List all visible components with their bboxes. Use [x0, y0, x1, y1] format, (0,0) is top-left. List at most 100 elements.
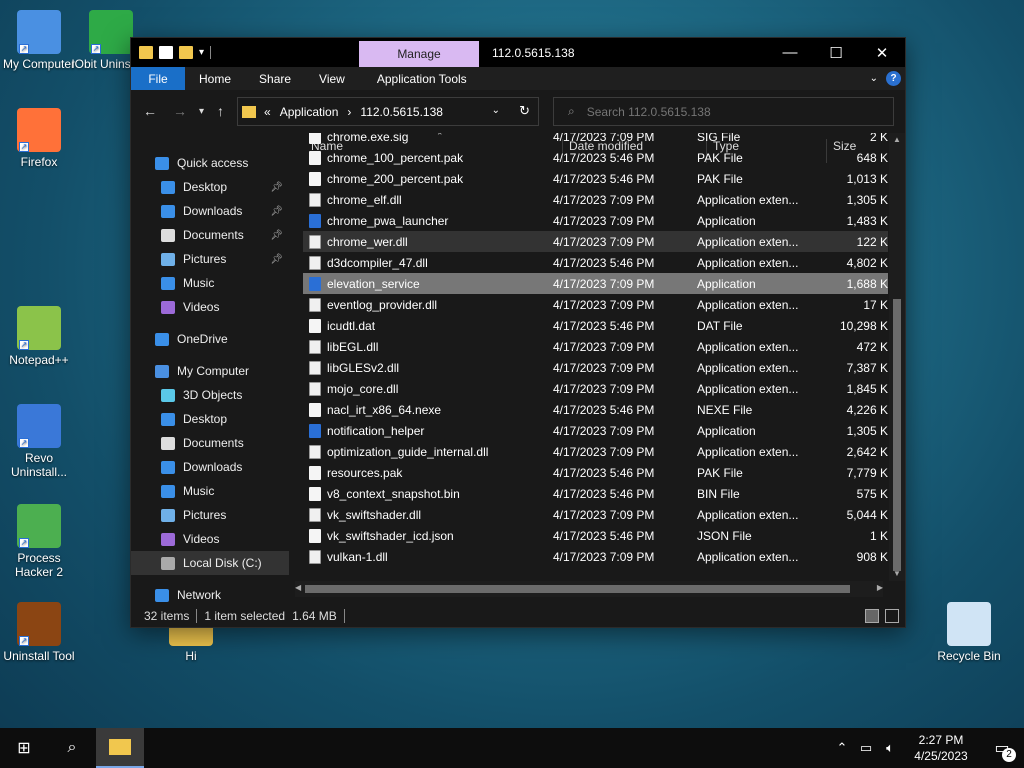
file-row[interactable]: eventlog_provider.dll 4/17/2023 7:09 PM Ap… [303, 294, 888, 315]
scrollbar-thumb[interactable] [305, 585, 850, 593]
file-row[interactable]: vk_swiftshader_icd.json 4/17/2023 5:46 PM… [303, 525, 888, 546]
file-row[interactable]: libGLESv2.dll 4/17/2023 7:09 PM Applicatio… [303, 357, 888, 378]
nav-item[interactable]: 3D Objects [131, 383, 289, 407]
scroll-down-icon[interactable]: ▼ [893, 569, 901, 578]
tab-file[interactable]: File [131, 67, 185, 90]
file-row[interactable]: chrome_200_percent.pak 4/17/2023 5:46 PM P… [303, 168, 888, 189]
pin-icon[interactable]: 📌︎ [270, 206, 283, 217]
file-row[interactable]: icudtl.dat 4/17/2023 5:46 PM DAT File 10,29… [303, 315, 888, 336]
pin-icon[interactable]: 📌︎ [270, 182, 283, 193]
start-button[interactable]: ⊞ [0, 728, 48, 768]
file-row[interactable]: nacl_irt_x86_64.nexe 4/17/2023 5:46 PM NEX… [303, 399, 888, 420]
nav-item[interactable]: OneDrive [131, 327, 289, 351]
file-row[interactable]: mojo_core.dll 4/17/2023 7:09 PM Applicatio… [303, 378, 888, 399]
nav-item[interactable]: My Computer [131, 359, 289, 383]
desktop-icon[interactable]: ↗ Uninstall Tool [0, 602, 81, 663]
action-center-button[interactable]: ▭ 2 [980, 738, 1024, 762]
file-row[interactable]: chrome.exe.sig 4/17/2023 7:09 PM SIG File 2… [303, 133, 888, 147]
file-date: 4/17/2023 7:09 PM [553, 361, 655, 375]
breadcrumb-overflow[interactable]: « [264, 105, 271, 119]
tab-home[interactable]: Home [185, 67, 245, 90]
forward-button[interactable]: → [173, 103, 187, 119]
title-bar[interactable]: ▾ Manage 112.0.5615.138 — ☐ ✕ [131, 38, 905, 67]
nav-item-label: Music [183, 276, 215, 290]
breadcrumb-application[interactable]: Application [280, 105, 339, 119]
desktop-icon[interactable]: Recycle Bin [927, 602, 1011, 663]
tab-application-tools[interactable]: Application Tools [363, 67, 481, 90]
tab-share[interactable]: Share [245, 67, 305, 90]
properties-icon[interactable] [159, 46, 173, 59]
new-folder-icon[interactable] [179, 46, 193, 59]
vertical-scrollbar[interactable]: ▲ ▼ [889, 133, 905, 581]
nav-item[interactable]: Downloads [131, 455, 289, 479]
nav-item[interactable]: Videos [131, 527, 289, 551]
details-view-button[interactable] [865, 609, 879, 623]
close-button[interactable]: ✕ [859, 38, 905, 67]
nav-item[interactable]: Quick access [131, 151, 289, 175]
search-input[interactable] [586, 104, 877, 119]
large-icons-view-button[interactable] [885, 609, 899, 623]
volume-icon[interactable]: 🔈︎ [878, 740, 902, 756]
nav-item[interactable]: Music [131, 479, 289, 503]
nav-item[interactable]: Desktop 📌︎ [131, 175, 289, 199]
customize-toolbar-icon[interactable]: ▾ [199, 47, 204, 58]
chevron-up-icon[interactable]: ⌃ [830, 740, 854, 756]
breadcrumb-separator[interactable]: › [347, 105, 351, 119]
address-bar[interactable]: « Application › 112.0.5615.138 ⌄ ↻ [237, 97, 539, 126]
desktop-icon[interactable]: ↗ Process Hacker 2 [0, 504, 81, 579]
file-row[interactable]: notification_helper 4/17/2023 7:09 PM Appl… [303, 420, 888, 441]
file-row[interactable]: d3dcompiler_47.dll 4/17/2023 5:46 PM Appli… [303, 252, 888, 273]
file-row[interactable]: libEGL.dll 4/17/2023 7:09 PM Application e… [303, 336, 888, 357]
nav-item[interactable]: Music [131, 271, 289, 295]
back-button[interactable]: ← [143, 103, 157, 119]
file-row[interactable]: vulkan-1.dll 4/17/2023 7:09 PM Application… [303, 546, 888, 567]
desktop-icon[interactable]: ↗ Notepad++ [0, 306, 81, 367]
nav-item[interactable]: Local Disk (C:) [131, 551, 289, 575]
pin-icon[interactable]: 📌︎ [270, 254, 283, 265]
help-icon[interactable]: ? [886, 71, 901, 86]
file-row[interactable]: chrome_wer.dll 4/17/2023 7:09 PM Applicati… [303, 231, 888, 252]
nav-item[interactable]: Pictures 📌︎ [131, 247, 289, 271]
file-row[interactable]: chrome_100_percent.pak 4/17/2023 5:46 PM P… [303, 147, 888, 168]
search-button[interactable]: ⌕ [48, 728, 96, 768]
scroll-left-icon[interactable]: ◀ [295, 583, 301, 592]
tab-view[interactable]: View [305, 67, 359, 90]
desktop-icon[interactable]: ↗ Firefox [0, 108, 81, 169]
nav-item[interactable]: Pictures [131, 503, 289, 527]
nav-item[interactable]: Desktop [131, 407, 289, 431]
nav-item[interactable]: Documents [131, 431, 289, 455]
scrollbar-thumb[interactable] [893, 299, 901, 571]
maximize-button[interactable]: ☐ [813, 38, 859, 67]
nav-item[interactable]: Downloads 📌︎ [131, 199, 289, 223]
search-icon: ⌕ [67, 739, 77, 756]
network-icon[interactable]: ▭ [854, 740, 878, 756]
file-row[interactable]: optimization_guide_internal.dll 4/17/2023… [303, 441, 888, 462]
scroll-up-icon[interactable]: ▲ [893, 135, 901, 144]
scroll-right-icon[interactable]: ▶ [877, 583, 883, 592]
file-row[interactable]: chrome_elf.dll 4/17/2023 7:09 PM Applicati… [303, 189, 888, 210]
file-row[interactable]: resources.pak 4/17/2023 5:46 PM PAK File 7,… [303, 462, 888, 483]
desktop-icon[interactable]: ↗ Revo Uninstall... [0, 404, 81, 479]
file-row[interactable]: elevation_service 4/17/2023 7:09 PM Applic… [303, 273, 888, 294]
breadcrumb-current[interactable]: 112.0.5615.138 [360, 105, 443, 119]
nav-item[interactable]: Documents 📌︎ [131, 223, 289, 247]
expand-ribbon-icon[interactable]: ⌄ [870, 73, 878, 84]
refresh-icon[interactable]: ↻ [519, 103, 530, 119]
manage-tab[interactable]: Manage [359, 41, 479, 67]
nav-item[interactable]: Videos [131, 295, 289, 319]
file-row[interactable]: chrome_pwa_launcher 4/17/2023 7:09 PM Appl… [303, 210, 888, 231]
file-size: 575 K [856, 487, 888, 501]
up-button[interactable]: ↑ [217, 103, 224, 119]
shortcut-arrow-icon: ↗ [19, 340, 29, 350]
clock[interactable]: 2:27 PM 4/25/2023 [902, 732, 980, 764]
file-row[interactable]: v8_context_snapshot.bin 4/17/2023 5:46 PM… [303, 483, 888, 504]
address-history-dropdown[interactable]: ⌄ [492, 105, 500, 116]
nav-item[interactable]: Network [131, 583, 289, 607]
search-box[interactable]: ⌕ [553, 97, 894, 126]
recent-locations-button[interactable]: ▾ [199, 106, 204, 117]
minimize-button[interactable]: — [767, 38, 813, 67]
file-row[interactable]: vk_swiftshader.dll 4/17/2023 7:09 PM Appli… [303, 504, 888, 525]
horizontal-scrollbar[interactable]: ◀ ▶ [295, 581, 883, 597]
taskbar-file-explorer[interactable] [96, 728, 144, 768]
pin-icon[interactable]: 📌︎ [270, 230, 283, 241]
